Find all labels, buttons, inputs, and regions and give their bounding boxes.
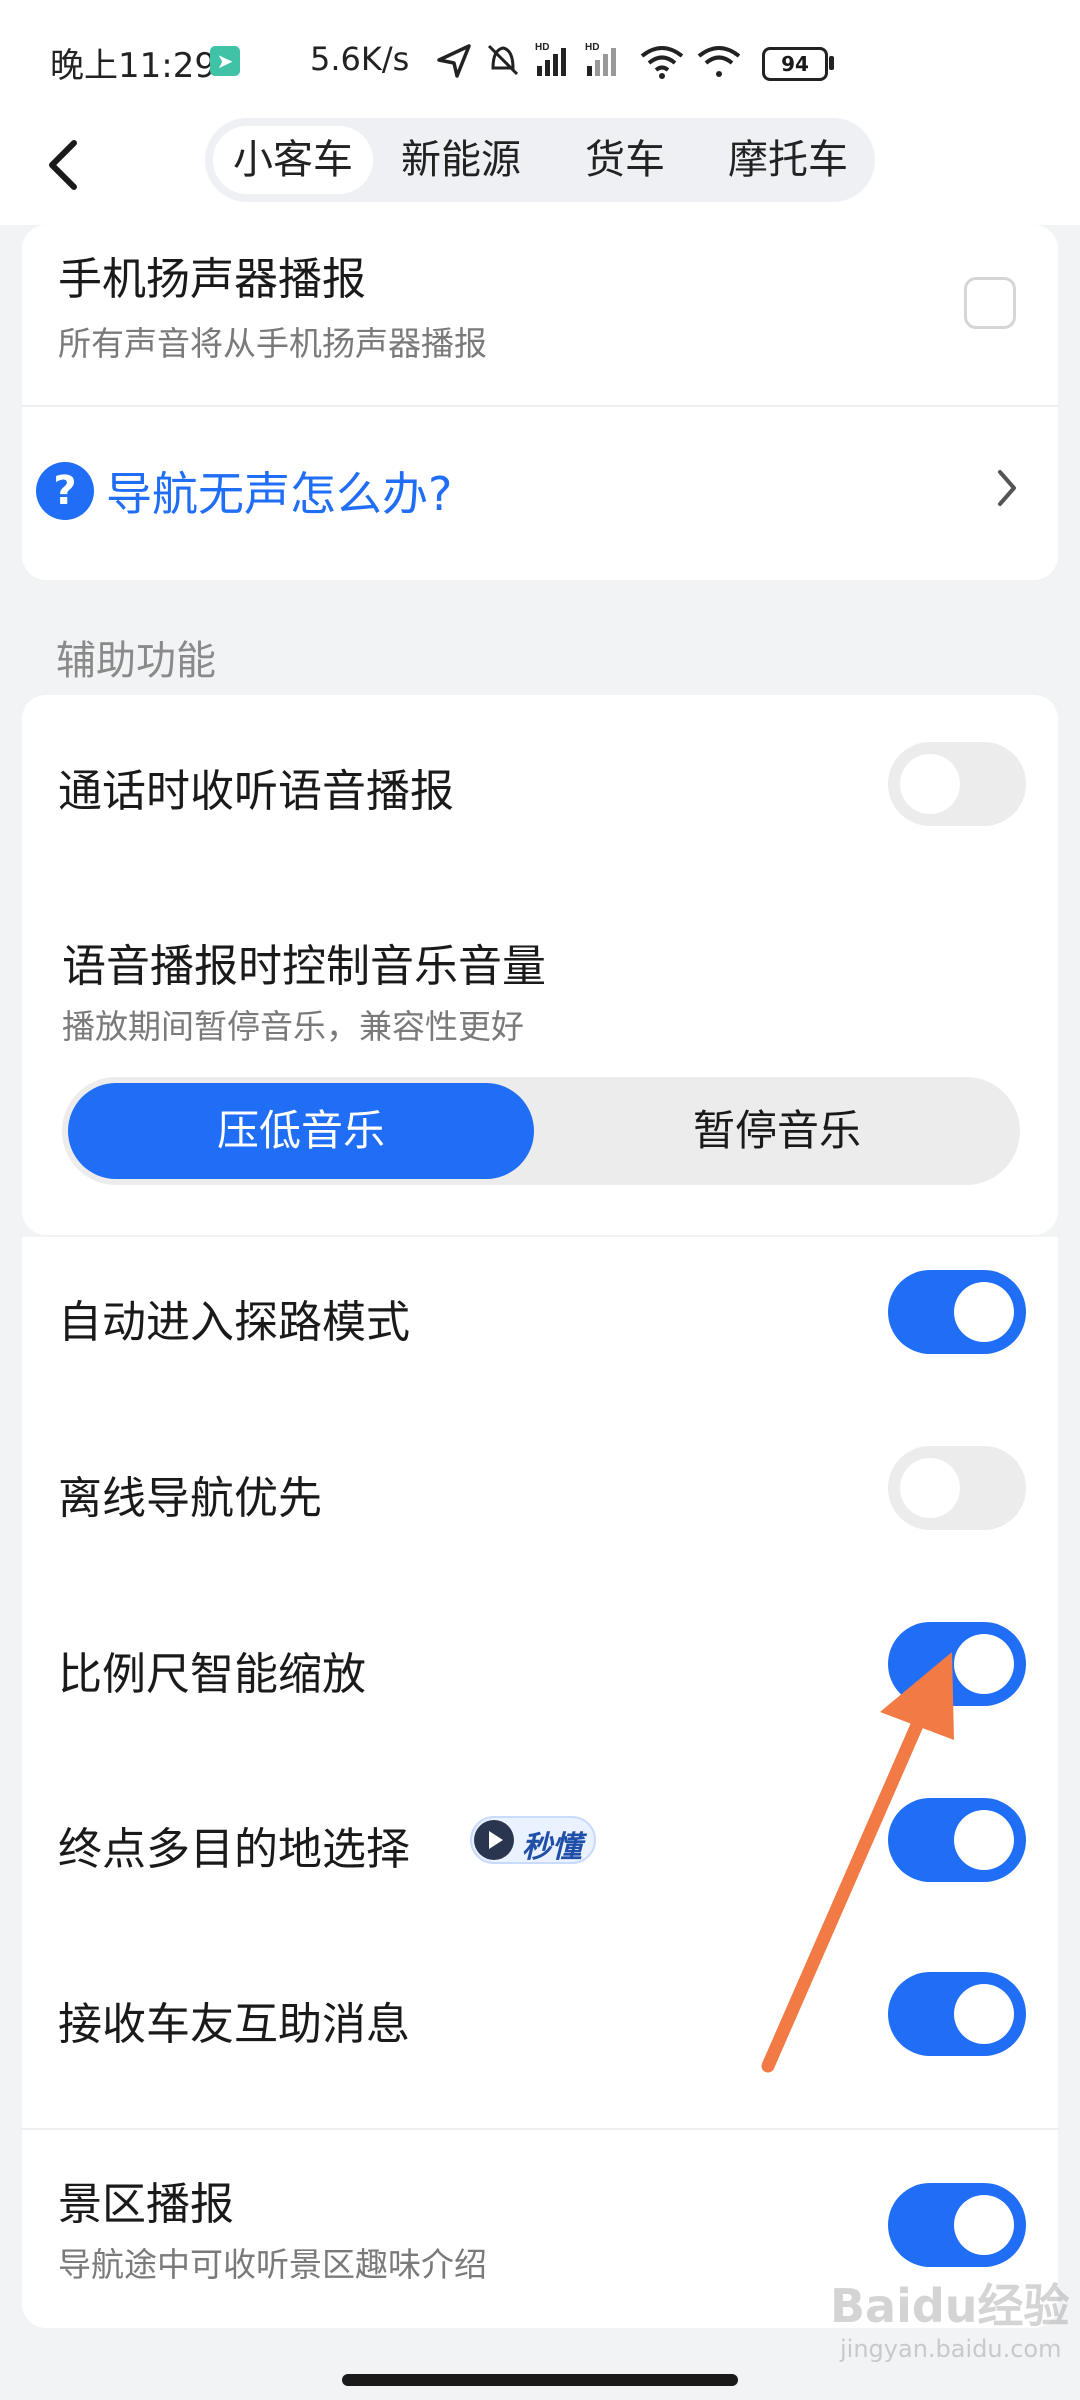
call-voice-label: 通话时收听语音播报 (58, 766, 454, 817)
toggle-knob (954, 1810, 1014, 1870)
toggle-knob (954, 2195, 1014, 2255)
tab-truck[interactable]: 货车 (555, 126, 695, 194)
baidu-watermark-url: jingyan.baidu.com (840, 2335, 1062, 2363)
status-bar: 晚上11:29 ➤ 5.6K/s HD HD 94 (0, 0, 1080, 120)
tab-car[interactable]: 小客车 (213, 126, 373, 194)
battery-indicator: 94 (762, 47, 828, 81)
no-sound-help-link[interactable]: 导航无声怎么办? (106, 458, 452, 524)
svg-text:HD: HD (535, 42, 549, 53)
wifi-icon (640, 46, 684, 79)
help-question-icon[interactable]: ? (36, 462, 94, 520)
badge-label: 秒懂 (522, 1830, 582, 1865)
rider-messages-toggle[interactable] (888, 1972, 1026, 2056)
scenic-broadcast-subtitle: 导航途中可收听景区趣味介绍 (58, 2245, 487, 2284)
wifi-link-icon (697, 46, 741, 77)
divider (22, 2128, 1058, 2130)
status-icons: HD HD (437, 42, 741, 79)
multi-destination-label: 终点多目的地选择 (58, 1824, 410, 1875)
toggle-knob (954, 1984, 1014, 2044)
rider-messages-label: 接收车友互助消息 (58, 1999, 410, 2050)
hd-signal-icon: HD (535, 42, 566, 76)
multi-destination-toggle[interactable] (888, 1798, 1026, 1882)
svg-text:HD: HD (585, 42, 599, 53)
location-icon (437, 44, 471, 78)
back-arrow-icon[interactable] (36, 135, 96, 195)
call-voice-toggle[interactable] (888, 742, 1026, 826)
offline-nav-toggle[interactable] (888, 1446, 1026, 1530)
music-control-subtitle: 播放期间暂停音乐，兼容性更好 (62, 1007, 524, 1046)
baidu-watermark: Baidu经验 (830, 2279, 1070, 2333)
divider (22, 405, 1058, 407)
scenic-broadcast-toggle[interactable] (888, 2183, 1026, 2267)
app-notification-icon: ➤ (210, 46, 240, 76)
explore-mode-toggle[interactable] (888, 1270, 1026, 1354)
toggle-knob (954, 1282, 1014, 1342)
scenic-broadcast-label: 景区播报 (58, 2179, 234, 2230)
tab-new-energy[interactable]: 新能源 (375, 126, 547, 194)
explore-mode-label: 自动进入探路模式 (58, 1297, 410, 1348)
vehicle-type-tabs: 小客车 新能源 货车 摩托车 (205, 118, 875, 202)
tab-motorcycle[interactable]: 摩托车 (703, 126, 873, 194)
battery-tip (829, 56, 834, 70)
play-icon (474, 1820, 514, 1860)
speaker-settings-card: 手机扬声器播报 所有声音将从手机扬声器播报 (22, 225, 1058, 580)
offline-nav-label: 离线导航优先 (58, 1473, 322, 1524)
music-mode-selector: 压低音乐 暂停音乐 (62, 1077, 1020, 1185)
quick-guide-badge[interactable]: 秒懂 (470, 1816, 596, 1865)
toggle-knob (900, 1458, 960, 1518)
speaker-checkbox[interactable] (964, 277, 1016, 329)
home-indicator[interactable] (342, 2374, 738, 2386)
smart-zoom-toggle[interactable] (888, 1622, 1026, 1706)
toggle-knob (954, 1634, 1014, 1694)
toggle-knob (900, 754, 960, 814)
pause-music-option[interactable]: 暂停音乐 (542, 1083, 1012, 1179)
status-time: 晚上11:29 (50, 46, 216, 86)
speaker-setting-title: 手机扬声器播报 (58, 254, 366, 305)
music-control-label: 语音播报时控制音乐音量 (62, 941, 546, 992)
network-speed: 5.6K/s (310, 40, 410, 78)
lower-music-option[interactable]: 压低音乐 (68, 1083, 534, 1179)
hd-signal-icon: HD (585, 42, 616, 76)
section-label-assist: 辅助功能 (56, 638, 216, 684)
chevron-right-icon[interactable] (992, 466, 1022, 510)
smart-zoom-label: 比例尺智能缩放 (58, 1649, 366, 1700)
speaker-setting-subtitle: 所有声音将从手机扬声器播报 (58, 324, 487, 363)
mute-bell-icon (487, 44, 519, 76)
